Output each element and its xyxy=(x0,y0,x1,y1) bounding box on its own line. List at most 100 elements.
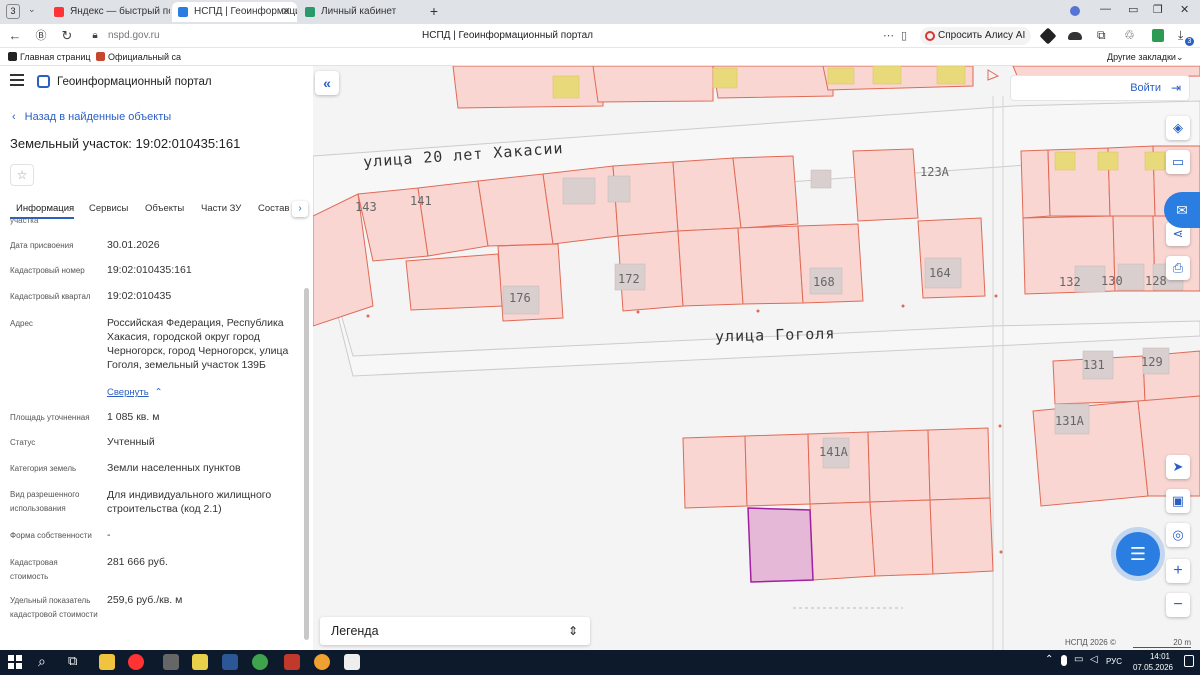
extension-icon-1[interactable] xyxy=(1039,27,1057,45)
house-number: 123А xyxy=(920,165,949,179)
quarter-value[interactable]: 19:02:010435 xyxy=(107,289,297,303)
extension-icon-2[interactable] xyxy=(1068,32,1082,40)
extension-icon-4[interactable]: ♲ xyxy=(1124,28,1135,42)
app-icon-4[interactable] xyxy=(192,654,208,670)
tab-objects[interactable]: Объекты xyxy=(145,203,184,214)
chrome-icon[interactable] xyxy=(252,654,268,670)
close-window-button[interactable]: ✕ xyxy=(1180,3,1189,16)
extension-icon-3[interactable]: ⧉ xyxy=(1097,28,1106,43)
navigation-icon: ➤ xyxy=(1172,459,1184,474)
house-number: 131 xyxy=(1083,358,1105,372)
map-view[interactable]: улица 20 лет Хакасии улица Гоголя 143 14… xyxy=(313,66,1200,650)
layers-button[interactable]: ◈ xyxy=(1166,116,1190,140)
volume-icon[interactable]: ◁ xyxy=(1090,654,1098,665)
bookmark-official[interactable]: Официальный са xyxy=(96,48,181,66)
print-button[interactable]: ⎙ xyxy=(1166,256,1190,280)
alice-button[interactable]: Спросить Алису AI xyxy=(920,27,1032,45)
bookmark-window-icon[interactable]: ▭ xyxy=(1128,3,1138,16)
tab-cabinet[interactable]: Личный кабинет xyxy=(299,2,419,22)
input-language[interactable]: РУС xyxy=(1106,657,1122,666)
quarter-label: Кадастровый квартал xyxy=(10,292,91,301)
yandex-browser-icon[interactable] xyxy=(128,654,144,670)
portal-logo-icon xyxy=(37,75,50,88)
minus-icon: − xyxy=(1173,596,1183,613)
restore-button[interactable]: ❐ xyxy=(1153,3,1163,16)
house-number: 130 xyxy=(1101,274,1123,288)
address-value: Российская Федерация, Республика Хакасия… xyxy=(107,317,289,371)
back-to-results-link[interactable]: ‹ Назад в найденные объекты xyxy=(12,111,171,123)
yandex-browser-icon[interactable]: Ⓑ xyxy=(32,24,50,48)
cost-value: 281 666 руб. xyxy=(107,556,168,568)
windows-taskbar: ⌕ ⧉ ⌃ ▭ ◁ РУС 14:01 07.05.2026 xyxy=(0,650,1200,675)
locate-button[interactable]: ➤ xyxy=(1166,455,1190,479)
notifications-icon[interactable] xyxy=(1184,655,1194,667)
tab-label: Личный кабинет xyxy=(321,6,397,17)
file-explorer-icon[interactable] xyxy=(99,654,115,670)
tab-info[interactable]: Информация xyxy=(16,203,74,214)
layers-icon: ◈ xyxy=(1173,120,1183,135)
house-number: 164 xyxy=(929,266,951,280)
word-icon[interactable] xyxy=(222,654,238,670)
app-icon-7[interactable] xyxy=(284,654,300,670)
favorite-button[interactable]: ☆ xyxy=(10,164,34,186)
collapse-label: Свернуть xyxy=(107,387,149,398)
close-icon[interactable]: ✕ xyxy=(282,2,291,22)
tray-chevron-icon[interactable]: ⌃ xyxy=(1045,654,1053,665)
browser-tab-bar: 3 ⌄ Яндекс — быстрый поиск НСПД | Геоинф… xyxy=(0,0,1200,24)
cadnum-value[interactable]: 19:02:010435:161 xyxy=(107,263,297,277)
url-field[interactable]: nspd.gov.ru xyxy=(108,30,160,41)
chat-icon: ✉ xyxy=(1176,202,1188,218)
plus-icon: + xyxy=(1173,562,1183,579)
panel-scrollbar[interactable] xyxy=(304,288,309,640)
login-button[interactable]: Войти ⇥ xyxy=(1010,75,1190,101)
address-bar: ← Ⓑ ↻ 🔒︎ nspd.gov.ru НСПД | Геоинформаци… xyxy=(0,24,1200,48)
zoom-in-button[interactable]: + xyxy=(1166,559,1190,583)
task-view-icon[interactable]: ⧉ xyxy=(68,653,77,669)
network-icon[interactable]: ▭ xyxy=(1074,654,1083,665)
tab-parts[interactable]: Части ЗУ xyxy=(201,203,241,214)
geolocation-button[interactable]: ◎ xyxy=(1166,523,1190,547)
ownership-label: Форма собственности xyxy=(10,531,92,540)
tab-nspd[interactable]: НСПД | Геоинформаци ✕ xyxy=(172,2,297,22)
new-tab-button[interactable]: + xyxy=(426,3,442,19)
tab-services[interactable]: Сервисы xyxy=(89,203,128,214)
collapse-panel-button[interactable]: « xyxy=(315,71,339,95)
tab-label: Яндекс — быстрый поиск xyxy=(70,6,170,17)
collapse-link[interactable]: Свернуть ⌃ xyxy=(107,387,163,398)
download-icon[interactable]: ⤓ xyxy=(1178,28,1183,43)
other-bookmarks[interactable]: Другие закладки xyxy=(1107,48,1176,66)
tab-composition[interactable]: Состав xyxy=(258,203,289,214)
chat-fab-button[interactable]: ☰ xyxy=(1116,532,1160,576)
tabs-scroll-right-button[interactable]: › xyxy=(292,201,308,217)
menu-icon[interactable] xyxy=(10,74,24,86)
tab-counter[interactable]: 3 xyxy=(6,4,20,19)
app-icon-3[interactable] xyxy=(163,654,179,670)
search-icon[interactable]: ⌕ xyxy=(38,653,46,670)
tab-yandex[interactable]: Яндекс — быстрый поиск xyxy=(48,2,170,22)
bookmark-home[interactable]: Главная страниц xyxy=(8,48,91,66)
extension-icon-5[interactable] xyxy=(1152,29,1164,42)
more-icon[interactable]: ⋯ xyxy=(883,29,894,42)
zoom-out-button[interactable]: − xyxy=(1166,593,1190,617)
document-icon[interactable] xyxy=(344,654,360,670)
bookmark-icon[interactable]: ▯ xyxy=(901,29,907,42)
house-number: 168 xyxy=(813,275,835,289)
minimize-button[interactable]: — xyxy=(1100,3,1111,15)
status-label: Статус xyxy=(10,438,36,447)
ruler-icon: ▭ xyxy=(1171,154,1185,169)
profile-icon[interactable] xyxy=(1070,6,1080,16)
basemap-button[interactable]: ▣ xyxy=(1166,489,1190,513)
windows-start-icon[interactable] xyxy=(8,655,22,669)
house-number: 172 xyxy=(618,272,640,286)
reload-icon[interactable]: ↻ xyxy=(58,24,76,48)
chevron-down-icon[interactable]: ⌄ xyxy=(28,4,36,15)
back-arrow-icon[interactable]: ← xyxy=(6,24,24,48)
clock-date[interactable]: 07.05.2026 xyxy=(1128,663,1178,672)
ruler-button[interactable]: ▭ xyxy=(1166,150,1190,174)
app-icon-8[interactable] xyxy=(314,654,330,670)
clock-time[interactable]: 14:01 xyxy=(1138,652,1182,661)
house-number: 141А xyxy=(819,445,848,459)
assistant-bubble-button[interactable]: ✉ xyxy=(1164,192,1200,228)
category-value: Земли населенных пунктов xyxy=(107,462,241,474)
legend-dropdown[interactable]: Легенда ⇕ xyxy=(320,617,590,645)
